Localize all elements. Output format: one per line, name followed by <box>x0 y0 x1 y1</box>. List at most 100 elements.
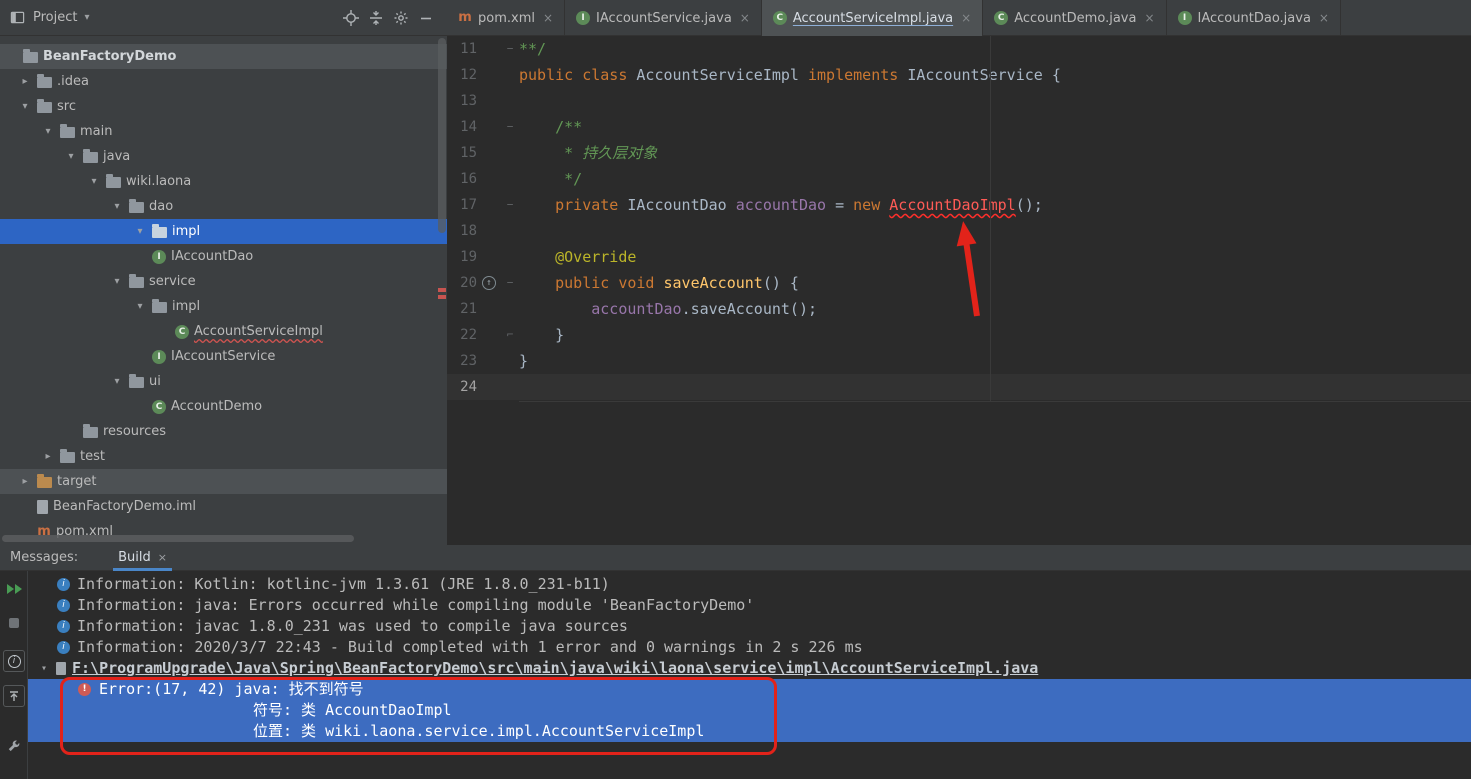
code-line-13[interactable]: 13 <box>447 88 1471 114</box>
settings-wrench-icon[interactable] <box>3 735 25 757</box>
tool-window-icon[interactable] <box>8 9 26 27</box>
fold-icon[interactable]: ⌐ <box>501 322 519 348</box>
code-line-21[interactable]: 21 accountDao.saveAccount(); <box>447 296 1471 322</box>
close-icon[interactable]: × <box>740 11 750 25</box>
expand-arrow-icon[interactable]: ▸ <box>18 76 32 87</box>
info-toggle-icon[interactable]: i <box>3 650 25 672</box>
expand-arrow-icon[interactable]: ▾ <box>110 201 124 212</box>
code-line-24[interactable]: 24 <box>447 374 1471 400</box>
rerun-build-icon[interactable] <box>3 578 25 600</box>
tree-item-dao[interactable]: ▾dao <box>0 194 447 219</box>
tree-item-java[interactable]: ▾java <box>0 144 447 169</box>
stop-icon[interactable] <box>3 612 25 634</box>
expand-arrow-icon[interactable]: ▾ <box>87 176 101 187</box>
close-icon[interactable]: × <box>1144 11 1154 25</box>
fold-icon[interactable]: − <box>501 36 519 62</box>
code-area[interactable]: 11−**/12public class AccountServiceImpl … <box>447 36 1471 400</box>
tree-item-target[interactable]: ▸target <box>0 469 447 494</box>
expand-arrow-icon[interactable]: ▸ <box>18 476 32 487</box>
line-number: 14 <box>447 114 477 140</box>
build-message-info[interactable]: iInformation: 2020/3/7 22:43 - Build com… <box>28 637 1471 658</box>
code-line-19[interactable]: 19 @Override <box>447 244 1471 270</box>
file-path-link[interactable]: F:\ProgramUpgrade\Java\Spring\BeanFactor… <box>72 658 1038 679</box>
code-text: accountDao.saveAccount(); <box>519 296 817 322</box>
gutter <box>477 114 501 140</box>
code-line-15[interactable]: 15 * 持久层对象 <box>447 140 1471 166</box>
build-message-info[interactable]: iInformation: java: Errors occurred whil… <box>28 595 1471 616</box>
tree-item-BeanFactoryDemo.iml[interactable]: BeanFactoryDemo.iml <box>0 494 447 519</box>
code-line-20[interactable]: 20↑− public void saveAccount() { <box>447 270 1471 296</box>
expand-arrow-icon[interactable]: ▾ <box>110 376 124 387</box>
code-line-16[interactable]: 16 */ <box>447 166 1471 192</box>
expand-arrow-icon[interactable]: ▸ <box>41 451 55 462</box>
tree-item-impl[interactable]: ▾ impl <box>0 294 447 319</box>
tree-item-ui[interactable]: ▾ui <box>0 369 447 394</box>
close-icon[interactable]: × <box>543 11 553 25</box>
expand-all-icon[interactable] <box>3 685 25 707</box>
tree-item-AccountDemo[interactable]: CAccountDemo <box>0 394 447 419</box>
close-icon[interactable]: × <box>961 11 971 25</box>
code-line-18[interactable]: 18 <box>447 218 1471 244</box>
top-bar: Project ▾ mpom.xml×IIAccountService.java… <box>0 0 1471 36</box>
code-editor[interactable]: 11−**/12public class AccountServiceImpl … <box>447 36 1471 545</box>
expand-arrow-icon[interactable]: ▾ <box>133 226 147 237</box>
class-icon: C <box>152 400 166 414</box>
tab-AccountDemo.java[interactable]: CAccountDemo.java× <box>983 0 1166 36</box>
tab-pom.xml[interactable]: mpom.xml× <box>447 0 565 36</box>
code-line-14[interactable]: 14− /** <box>447 114 1471 140</box>
expand-arrow-icon[interactable]: ▾ <box>110 276 124 287</box>
tree-item-AccountServiceImpl[interactable]: CAccountServiceImpl <box>0 319 447 344</box>
tree-item-main[interactable]: ▾main <box>0 119 447 144</box>
expand-arrow-icon[interactable]: ▾ <box>18 101 32 112</box>
tree-item-label: impl <box>172 299 200 314</box>
tree-item-src[interactable]: ▾src <box>0 94 447 119</box>
code-line-12[interactable]: 12public class AccountServiceImpl implem… <box>447 62 1471 88</box>
code-line-17[interactable]: 17− private IAccountDao accountDao = new… <box>447 192 1471 218</box>
code-line-11[interactable]: 11−**/ <box>447 36 1471 62</box>
hide-icon[interactable] <box>417 9 435 27</box>
chevron-down-icon[interactable]: ▾ <box>84 12 89 23</box>
expand-arrow-icon[interactable]: ▾ <box>64 151 78 162</box>
tree-item-.idea[interactable]: ▸.idea <box>0 69 447 94</box>
fold-icon[interactable]: − <box>501 192 519 218</box>
settings-gear-icon[interactable] <box>392 9 410 27</box>
tab-IAccountService.java[interactable]: IIAccountService.java× <box>565 0 762 36</box>
collapse-arrow-icon[interactable]: ▾ <box>38 658 50 679</box>
tree-item-resources[interactable]: resources <box>0 419 447 444</box>
project-scrollbar-horizontal[interactable] <box>2 535 354 542</box>
tree-item-impl[interactable]: ▾impl <box>0 219 447 244</box>
tree-item-IAccountService[interactable]: IIAccountService <box>0 344 447 369</box>
expand-arrow-icon[interactable]: ▾ <box>133 301 147 312</box>
fold-icon[interactable]: − <box>501 114 519 140</box>
project-panel-title[interactable]: Project <box>33 10 77 25</box>
tab-IAccountDao.java[interactable]: IIAccountDao.java× <box>1167 0 1341 36</box>
expand-arrow-icon[interactable]: ▾ <box>41 126 55 137</box>
tree-item-service[interactable]: ▾service <box>0 269 447 294</box>
build-error-selected-row[interactable]: !Error:(17, 42) java: 找不到符号符号: 类 Account… <box>28 679 1471 742</box>
code-line-22[interactable]: 22⌐ } <box>447 322 1471 348</box>
close-icon[interactable]: × <box>1319 11 1329 25</box>
build-message-info[interactable]: iInformation: javac 1.8.0_231 was used t… <box>28 616 1471 637</box>
tree-item-label: AccountServiceImpl <box>194 324 323 339</box>
tree-item-BeanFactoryDemo[interactable]: BeanFactoryDemo <box>0 44 447 69</box>
line-number: 24 <box>447 374 477 400</box>
tree-item-wiki.laona[interactable]: ▾wiki.laona <box>0 169 447 194</box>
tab-AccountServiceImpl.java[interactable]: CAccountServiceImpl.java× <box>762 0 983 36</box>
tree-item-test[interactable]: ▸test <box>0 444 447 469</box>
tab-build[interactable]: Build × <box>110 545 175 571</box>
code-line-23[interactable]: 23} <box>447 348 1471 374</box>
build-message-file-link[interactable]: ▾ F:\ProgramUpgrade\Java\Spring\BeanFacto… <box>28 658 1471 679</box>
fold-icon[interactable]: − <box>501 270 519 296</box>
maven-icon: m <box>458 11 472 25</box>
project-scrollbar-vertical[interactable] <box>437 36 447 545</box>
collapse-all-icon[interactable] <box>367 9 385 27</box>
close-icon[interactable]: × <box>158 551 167 564</box>
error-line-main: !Error:(17, 42) java: 找不到符号 <box>28 679 1471 700</box>
file-icon <box>56 662 66 675</box>
folder-icon <box>129 202 144 213</box>
tree-item-IAccountDao[interactable]: IIAccountDao <box>0 244 447 269</box>
build-message-info[interactable]: iInformation: Kotlin: kotlinc-jvm 1.3.61… <box>28 574 1471 595</box>
scrollbar-thumb[interactable] <box>438 38 446 233</box>
locate-icon[interactable] <box>342 9 360 27</box>
override-method-icon[interactable]: ↑ <box>482 276 496 290</box>
